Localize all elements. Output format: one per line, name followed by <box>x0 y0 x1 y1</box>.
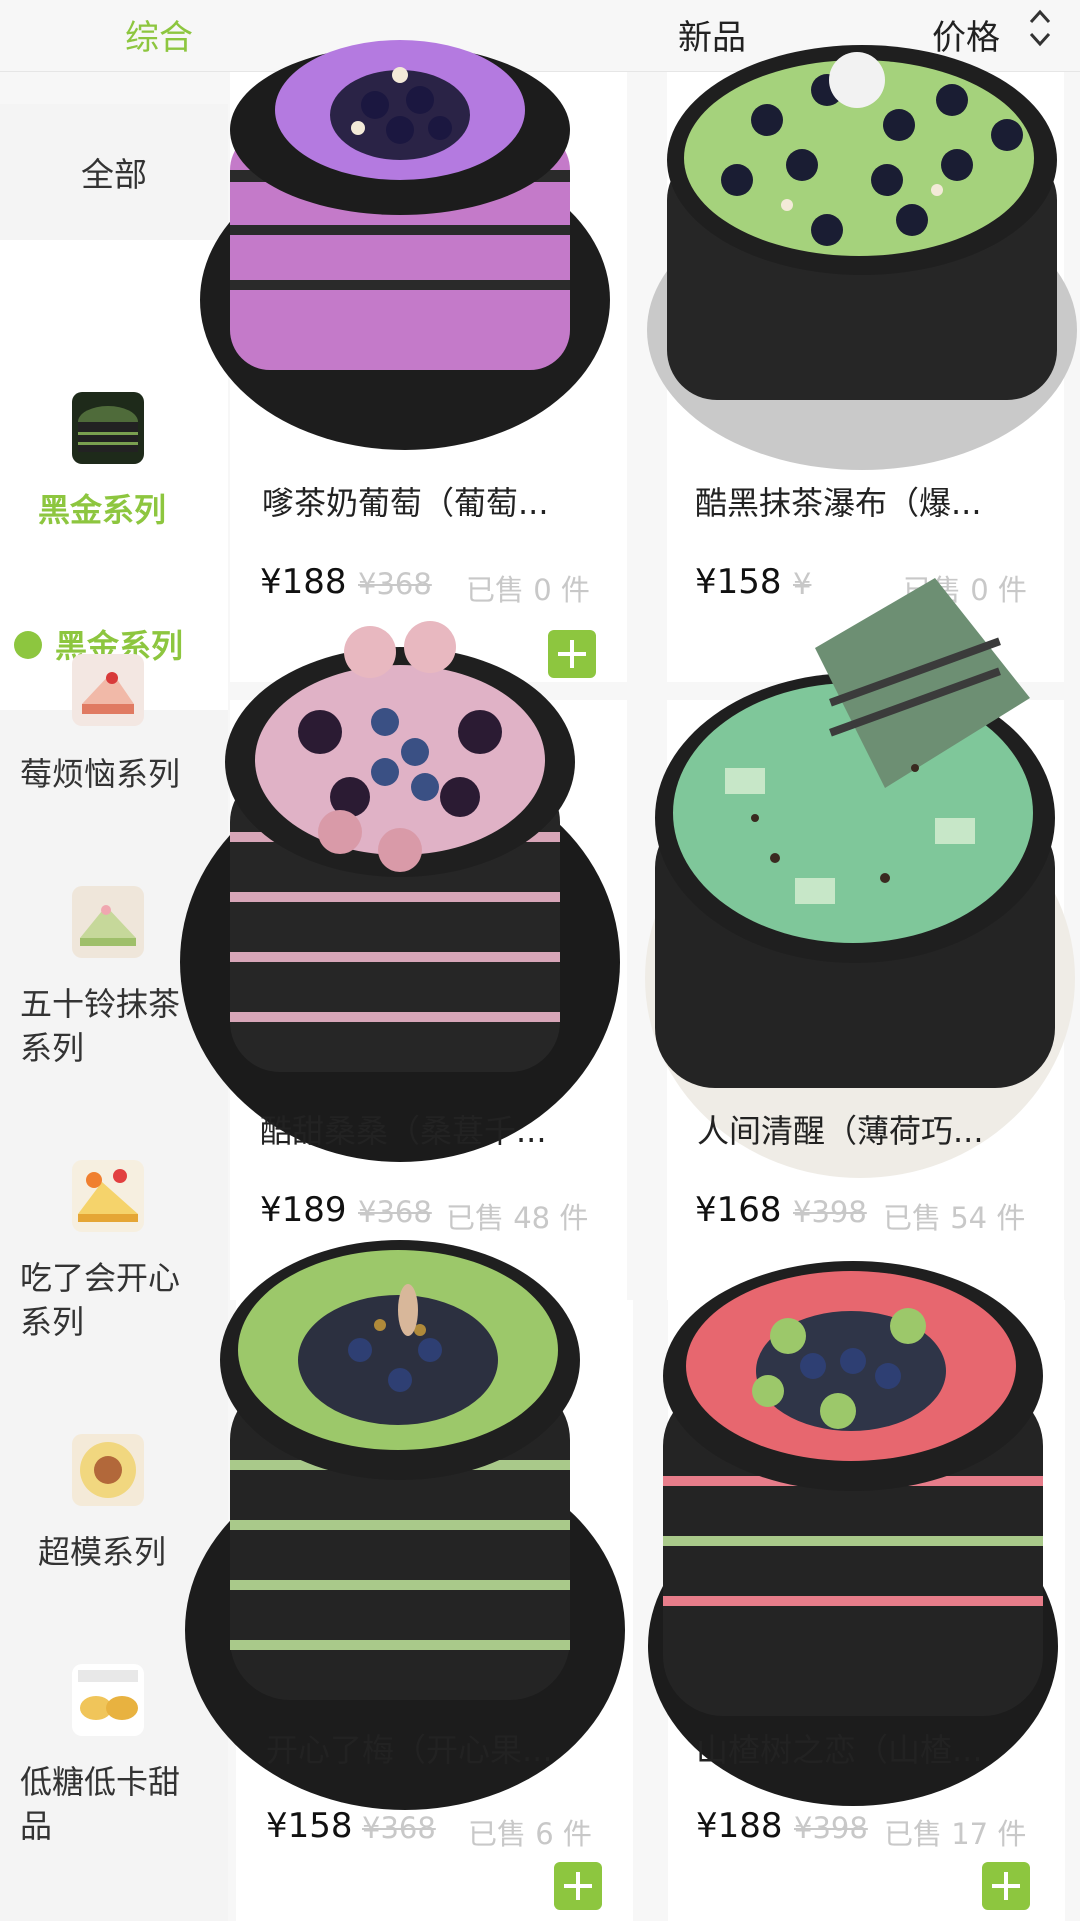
category-label-low-sugar-2: 品 <box>20 1807 53 1845</box>
category-thumbnail <box>72 654 144 726</box>
category-thumbnail <box>72 1434 144 1506</box>
product-original-price: ¥398 <box>794 1811 868 1845</box>
product-name: 山楂树之恋（山楂... <box>696 1731 983 1769</box>
category-label-matcha-1: 五十铃抹茶 <box>20 985 181 1023</box>
product-original-price: ¥368 <box>358 567 432 601</box>
category-label-berry: 莓烦恼系列 <box>20 755 181 793</box>
product-name: 人间清醒（薄荷巧... <box>697 1112 984 1150</box>
category-label-matcha-2: 系列 <box>20 1029 85 1067</box>
sort-composite-tab[interactable]: 综合 <box>125 10 193 59</box>
product-image <box>635 558 1075 1198</box>
product-sold-count: 已售 17 件 <box>884 1817 1027 1851</box>
category-thumbnail <box>72 1664 144 1736</box>
product-name: 嗲茶奶葡萄（葡萄... <box>262 484 549 522</box>
add-to-cart-button[interactable] <box>554 1862 602 1910</box>
product-name: 开心了梅（开心果... <box>266 1731 553 1769</box>
category-thumbnail <box>72 886 144 958</box>
category-label-low-sugar-1: 低糖低卡甜 <box>20 1763 181 1801</box>
category-label-happy-2: 系列 <box>20 1303 85 1341</box>
product-sold-count: 已售 6 件 <box>468 1817 592 1851</box>
home-indicator <box>505 1912 577 1921</box>
product-card[interactable]: 开心了梅（开心果... ¥158 ¥368 已售 6 件 <box>185 1240 633 1921</box>
category-thumbnail <box>72 392 144 464</box>
product-price: ¥188 <box>696 1806 783 1846</box>
category-label-black-gold: 黑金系列 <box>38 491 167 529</box>
product-name: 酷黑抹茶瀑布（爆... <box>695 484 982 522</box>
product-price: ¥158 <box>266 1806 353 1846</box>
add-to-cart-button[interactable] <box>982 1862 1030 1910</box>
product-image <box>190 0 640 560</box>
product-price: ¥188 <box>260 562 347 602</box>
product-card[interactable]: 山楂树之恋（山楂... ¥188 ¥398 已售 17 件 <box>648 1261 1065 1921</box>
active-sub-indicator <box>14 631 42 659</box>
product-list-page: 综合 新品 价格 全部 黑金系列 黑金系列 莓烦恼系列 五十铃抹茶 系列 吃了会… <box>0 0 1080 1921</box>
product-card[interactable]: 嗲茶奶葡萄（葡萄... ¥188 ¥368 已售 0 件 <box>200 40 627 682</box>
category-label-supermodel: 超模系列 <box>38 1533 167 1571</box>
category-label-happy-1: 吃了会开心 <box>20 1259 181 1297</box>
product-original-price: ¥368 <box>362 1811 436 1845</box>
product-image <box>637 30 1077 550</box>
product-card[interactable]: 人间清醒（薄荷巧... ¥168 ¥398 已售 54 件 <box>645 578 1075 1300</box>
product-name: 酷甜桑桑（桑葚千... <box>260 1112 547 1150</box>
category-thumbnail <box>72 1160 144 1232</box>
